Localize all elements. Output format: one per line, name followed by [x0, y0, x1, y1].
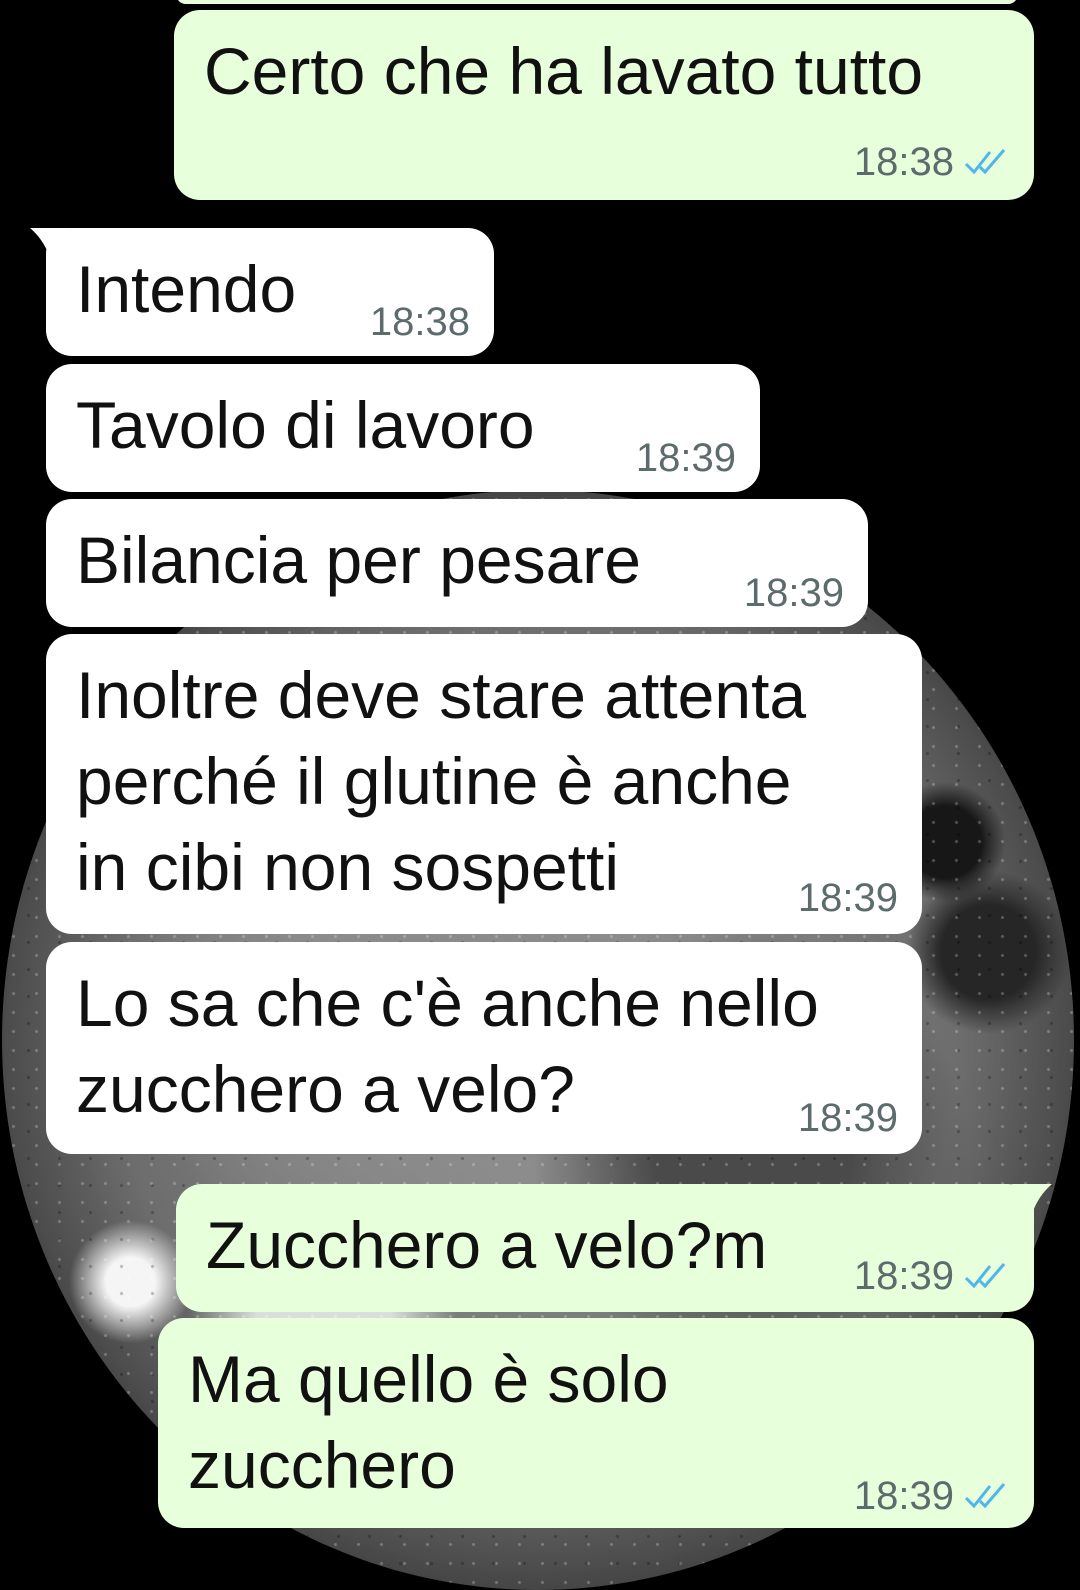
message-time: 18:38: [853, 140, 954, 184]
bubble-tail-icon: [1012, 1184, 1052, 1214]
message-time: 18:39: [853, 1254, 954, 1298]
message-bubble-incoming[interactable]: Bilancia per pesare 18:39: [46, 499, 868, 627]
previous-message-edge: [176, 0, 1018, 4]
message-text: Bilancia per pesare: [76, 523, 641, 597]
bubble-tail-icon: [30, 228, 70, 258]
message-bubble-outgoing[interactable]: Certo che ha lavato tutto 18:38: [174, 10, 1034, 200]
message-meta: 18:38: [370, 302, 470, 342]
read-icon: [964, 149, 1006, 175]
message-meta: 18:39: [854, 1256, 1010, 1296]
message-bubble-outgoing[interactable]: Zucchero a velo?m 18:39: [176, 1184, 1052, 1312]
message-time: 18:39: [635, 436, 736, 480]
message-bubble-incoming[interactable]: Tavolo di lavoro 18:39: [46, 364, 760, 492]
read-icon: [964, 1483, 1006, 1509]
message-meta: 18:39: [854, 1476, 1010, 1516]
message-text: Tavolo di lavoro: [76, 388, 535, 462]
message-text: Inoltre deve stare attenta perché il glu…: [76, 658, 807, 904]
message-time: 18:39: [853, 1474, 954, 1518]
message-time: 18:38: [369, 300, 470, 344]
message-bubble-incoming[interactable]: Inoltre deve stare attenta perché il glu…: [46, 634, 922, 934]
message-bubble-outgoing[interactable]: Ma quello è solo zucchero 18:39: [158, 1318, 1034, 1528]
message-text: Certo che ha lavato tutto: [204, 34, 924, 108]
message-meta: 18:38: [854, 142, 1010, 182]
message-meta: 18:39: [744, 573, 844, 613]
message-meta: 18:39: [798, 878, 898, 918]
message-meta: 18:39: [798, 1098, 898, 1138]
message-meta: 18:39: [636, 438, 736, 478]
message-time: 18:39: [743, 571, 844, 615]
message-bubble-incoming[interactable]: Intendo 18:38: [30, 228, 494, 356]
read-icon: [964, 1263, 1006, 1289]
message-text: Lo sa che c'è anche nello zucchero a vel…: [76, 966, 819, 1126]
message-bubble-incoming[interactable]: Lo sa che c'è anche nello zucchero a vel…: [46, 942, 922, 1154]
message-time: 18:39: [797, 876, 898, 920]
message-time: 18:39: [797, 1096, 898, 1140]
